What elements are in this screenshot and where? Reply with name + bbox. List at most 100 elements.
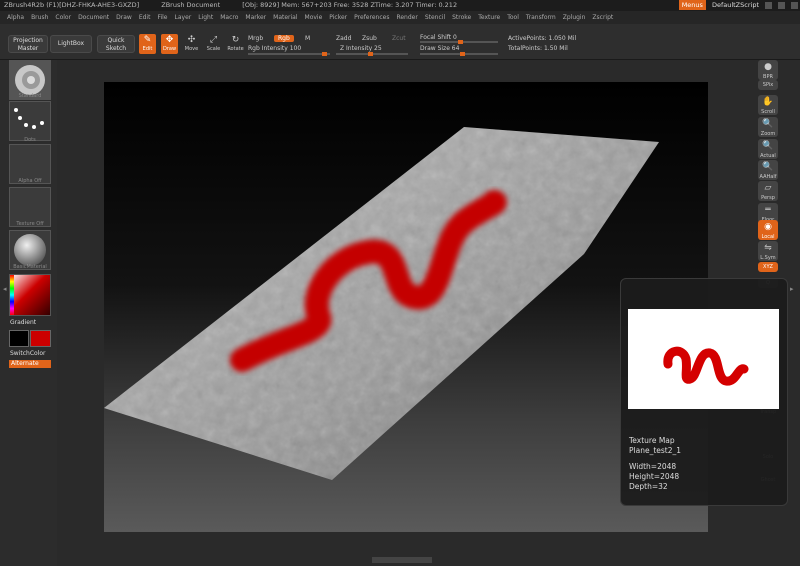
bpr-icon: ● xyxy=(764,62,772,72)
menu-bar: Alpha Brush Color Document Draw Edit File Layer… xyxy=(0,11,800,24)
projection-master-button[interactable]: Projection Master xyxy=(8,35,48,53)
zcut-button[interactable]: Zcut xyxy=(392,35,406,42)
right-button-label: Scroll xyxy=(761,109,775,115)
rgb-intensity-slider[interactable] xyxy=(248,52,330,56)
persp-icon: ▱ xyxy=(764,183,772,193)
close-icon[interactable] xyxy=(791,2,798,9)
brush-label: Standard xyxy=(18,93,42,99)
focal-shift-slider-label[interactable]: Focal Shift 0 xyxy=(420,34,457,41)
secondary-color-swatch[interactable] xyxy=(30,330,51,347)
menu-item[interactable]: Stencil xyxy=(425,11,445,24)
menu-item[interactable]: Material xyxy=(273,11,297,24)
edit-icon: ✎ xyxy=(143,35,152,45)
document-title: ZBrush Document xyxy=(161,1,221,9)
active-points: ActivePoints: 1.050 Mil xyxy=(508,35,577,42)
menu-item[interactable]: Preferences xyxy=(354,11,389,24)
mode-rotate-button[interactable]: ↻ Rotate xyxy=(227,34,244,54)
scroll-icon: ✋ xyxy=(762,97,774,107)
menu-item[interactable]: Brush xyxy=(31,11,48,24)
local-icon: ◉ xyxy=(764,222,772,232)
title-bar: ZBrush4R2b (F1)[DHZ-FHKA-AHE3-GXZD] ZBru… xyxy=(0,0,800,11)
rgb-intensity-slider-label[interactable]: Rgb Intensity 100 xyxy=(248,45,301,52)
right-button-label: Local xyxy=(761,234,775,240)
local-button[interactable]: ◉ Local xyxy=(758,220,778,240)
menu-item[interactable]: Light xyxy=(198,11,213,24)
rgb-button[interactable]: Rgb xyxy=(274,35,294,42)
menu-item[interactable]: Marker xyxy=(245,11,266,24)
mode-draw-button[interactable]: ✥ Draw xyxy=(161,34,178,54)
hue-strip[interactable] xyxy=(10,275,14,315)
right-button-label: AAHalf xyxy=(759,174,777,180)
actual-button[interactable]: 🔍 Actual xyxy=(758,139,778,159)
canvas-viewport[interactable] xyxy=(104,82,708,532)
z-intensity-slider-label[interactable]: Z Intensity 25 xyxy=(340,45,382,52)
stroke-selector[interactable] xyxy=(9,101,51,141)
minimize-icon[interactable] xyxy=(765,2,772,9)
mode-scale-button[interactable]: ⤢ Scale xyxy=(205,34,222,54)
menu-item[interactable]: Draw xyxy=(116,11,132,24)
zadd-button[interactable]: Zadd xyxy=(336,35,351,42)
red-squiggle-texture xyxy=(663,346,749,386)
mrgb-button[interactable]: Mrgb xyxy=(248,35,263,42)
texture-map-popup: Texture Map Plane_test2_1 Width=2048 Hei… xyxy=(620,278,788,506)
focal-shift-slider[interactable] xyxy=(420,40,498,44)
sculpted-plane-mesh[interactable] xyxy=(104,82,708,532)
floor-icon: ═ xyxy=(765,205,771,215)
menu-item[interactable]: Stroke xyxy=(452,11,471,24)
texture-width: Width=2048 xyxy=(629,462,677,471)
maximize-icon[interactable] xyxy=(778,2,785,9)
menu-item[interactable]: Layer xyxy=(175,11,192,24)
alternate-button[interactable]: Alternate xyxy=(9,360,51,368)
draw-size-slider[interactable] xyxy=(420,52,498,56)
menu-item[interactable]: File xyxy=(157,11,167,24)
gradient-label[interactable]: Gradient xyxy=(10,319,36,326)
right-button-label: SPix xyxy=(762,82,774,88)
spix-button[interactable]: SPix xyxy=(758,80,778,90)
scale-icon: ⤢ xyxy=(209,35,218,45)
menu-item[interactable]: Macro xyxy=(220,11,238,24)
z-intensity-slider[interactable] xyxy=(336,52,408,56)
mode-move-button[interactable]: ✣ Move xyxy=(183,34,200,54)
mode-label: Edit xyxy=(142,46,153,52)
lsym-button[interactable]: ⇋ L.Sym xyxy=(758,241,778,261)
scroll-button[interactable]: ✋ Scroll xyxy=(758,95,778,115)
primary-color-swatch[interactable] xyxy=(9,330,29,347)
quick-sketch-button[interactable]: Quick Sketch xyxy=(97,35,135,53)
persp-button[interactable]: ▱ Persp xyxy=(758,181,778,201)
menu-item[interactable]: Zplugin xyxy=(563,11,586,24)
menu-item[interactable]: Tool xyxy=(507,11,519,24)
texture-height: Height=2048 xyxy=(629,472,680,481)
menu-item[interactable]: Zscript xyxy=(592,11,613,24)
lightbox-button[interactable]: LightBox xyxy=(50,35,92,53)
bottom-tray-handle[interactable] xyxy=(372,557,432,563)
zoom-button[interactable]: 🔍 Zoom xyxy=(758,117,778,137)
menu-item[interactable]: Picker xyxy=(329,11,347,24)
menu-item[interactable]: Color xyxy=(55,11,71,24)
xyz-button[interactable]: XYZ xyxy=(758,262,778,272)
menu-item[interactable]: Texture xyxy=(478,11,500,24)
menu-item[interactable]: Edit xyxy=(139,11,151,24)
menu-item[interactable]: Transform xyxy=(526,11,556,24)
menu-item[interactable]: Movie xyxy=(305,11,323,24)
mode-edit-button[interactable]: ✎ Edit xyxy=(139,34,156,54)
m-button[interactable]: M xyxy=(305,35,310,42)
rotate-icon: ↻ xyxy=(231,35,240,45)
default-zscript-button[interactable]: DefaultZScript xyxy=(712,0,759,11)
color-picker[interactable] xyxy=(9,274,51,316)
right-tray-handle[interactable]: ▸ xyxy=(790,285,794,293)
bpr-button[interactable]: ● BPR xyxy=(758,60,778,80)
menu-item[interactable]: Document xyxy=(78,11,109,24)
menu-item[interactable]: Render xyxy=(396,11,417,24)
texture-name: Plane_test2_1 xyxy=(629,446,682,455)
zsub-button[interactable]: Zsub xyxy=(362,35,377,42)
left-tray-handle[interactable]: ◂ xyxy=(3,285,7,293)
lsym-icon: ⇋ xyxy=(764,243,772,253)
right-button-label: L.Sym xyxy=(760,255,776,261)
mode-label: Rotate xyxy=(227,46,244,52)
draw-size-slider-label[interactable]: Draw Size 64 xyxy=(420,45,459,52)
menu-item[interactable]: Alpha xyxy=(7,11,24,24)
switch-color-button[interactable]: SwitchColor xyxy=(10,350,46,357)
aahalf-button[interactable]: 🔍 AAHalf xyxy=(758,160,778,180)
menus-button[interactable]: Menus xyxy=(678,0,706,10)
right-button-label: XYZ xyxy=(763,264,773,270)
